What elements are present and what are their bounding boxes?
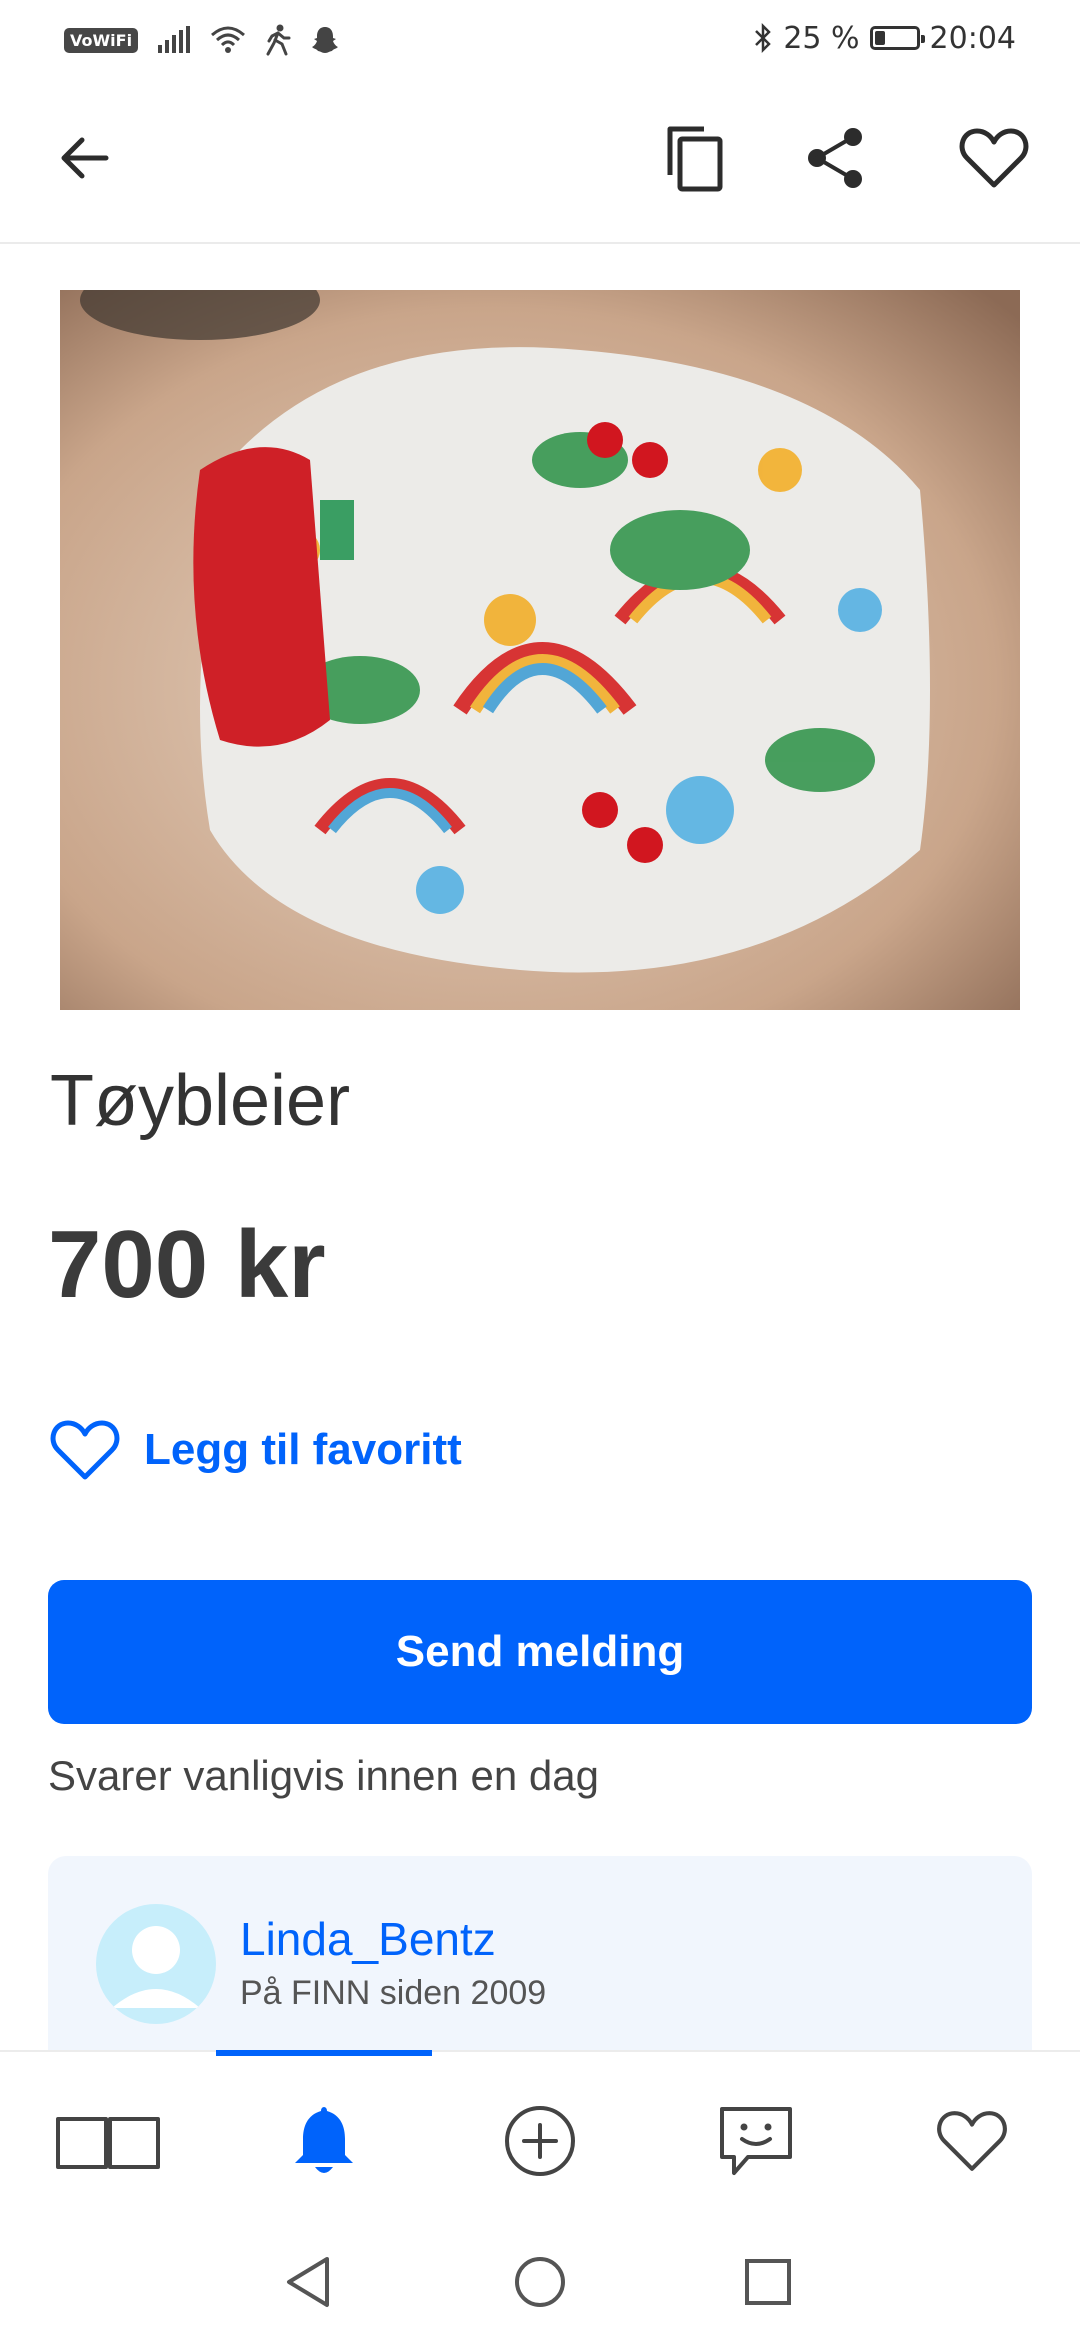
heart-outline-icon	[50, 1420, 120, 1480]
book-icon	[56, 2117, 160, 2169]
reply-time-note: Svarer vanligvis innen en dag	[48, 1752, 600, 1799]
listing-photo[interactable]	[60, 290, 1020, 1010]
copy-icon	[667, 126, 723, 192]
battery-percent: 25 %	[783, 20, 860, 56]
top-app-bar	[0, 76, 1080, 244]
cloth-diaper-image	[60, 290, 1020, 1010]
avatar[interactable]	[96, 1904, 216, 2024]
nav-item-favorites[interactable]	[864, 2076, 1080, 2206]
status-left: VoWiFi	[64, 20, 340, 60]
system-navigation-bar	[0, 2230, 1080, 2340]
vowifi-badge: VoWiFi	[64, 27, 139, 53]
bluetooth-icon	[755, 22, 772, 54]
clock: 20:04	[929, 20, 1016, 56]
active-tab-indicator	[216, 2050, 432, 2056]
nav-item-messages[interactable]	[648, 2076, 864, 2206]
wifi-icon	[211, 26, 246, 53]
status-bar: VoWiFi 25 % 20:04	[0, 0, 1080, 76]
circle-home-icon	[515, 2257, 565, 2307]
user-icon	[112, 1926, 200, 2008]
send-message-label: Send melding	[395, 1627, 685, 1676]
seller-member-since: På FINN siden 2009	[240, 1974, 547, 2012]
signal-icon	[158, 26, 191, 53]
send-message-button[interactable]: Send melding	[48, 1580, 1032, 1724]
nav-item-market[interactable]	[0, 2076, 216, 2206]
square-recents-icon	[745, 2259, 791, 2305]
listing-price: 700 kr	[48, 1211, 326, 1318]
battery-fill	[874, 31, 885, 45]
walking-icon	[266, 24, 291, 56]
share-icon	[808, 128, 862, 188]
bell-icon	[295, 2107, 353, 2173]
copy-button[interactable]	[654, 118, 734, 198]
nav-item-notifications[interactable]	[216, 2076, 432, 2206]
heart-icon	[937, 2111, 1007, 2171]
system-back-button[interactable]	[258, 2242, 358, 2322]
listing-title: Tøybleier	[50, 1061, 351, 1141]
add-to-favorites-link[interactable]: Legg til favoritt	[50, 1420, 462, 1480]
battery-icon	[869, 26, 925, 50]
favorite-button[interactable]	[954, 118, 1034, 198]
chat-icon	[720, 2107, 792, 2175]
nav-item-new-ad[interactable]	[432, 2076, 648, 2206]
plus-circle-icon	[505, 2106, 575, 2176]
seller-card[interactable]: Linda_Bentz På FINN siden 2009	[48, 1856, 1032, 2056]
back-button[interactable]	[44, 118, 124, 198]
system-home-button[interactable]	[490, 2242, 590, 2322]
heart-outline-icon	[959, 128, 1029, 188]
snapchat-icon	[312, 27, 339, 53]
seller-name[interactable]: Linda_Bentz	[240, 1912, 496, 1966]
arrow-left-icon	[61, 137, 109, 179]
bottom-navigation	[0, 2050, 1080, 2232]
share-button[interactable]	[796, 118, 876, 198]
system-recents-button[interactable]	[718, 2242, 818, 2322]
add-to-favorites-label: Legg til favoritt	[144, 1425, 462, 1474]
triangle-back-icon	[287, 2257, 329, 2307]
status-right: 25 % 20:04	[753, 16, 1016, 60]
